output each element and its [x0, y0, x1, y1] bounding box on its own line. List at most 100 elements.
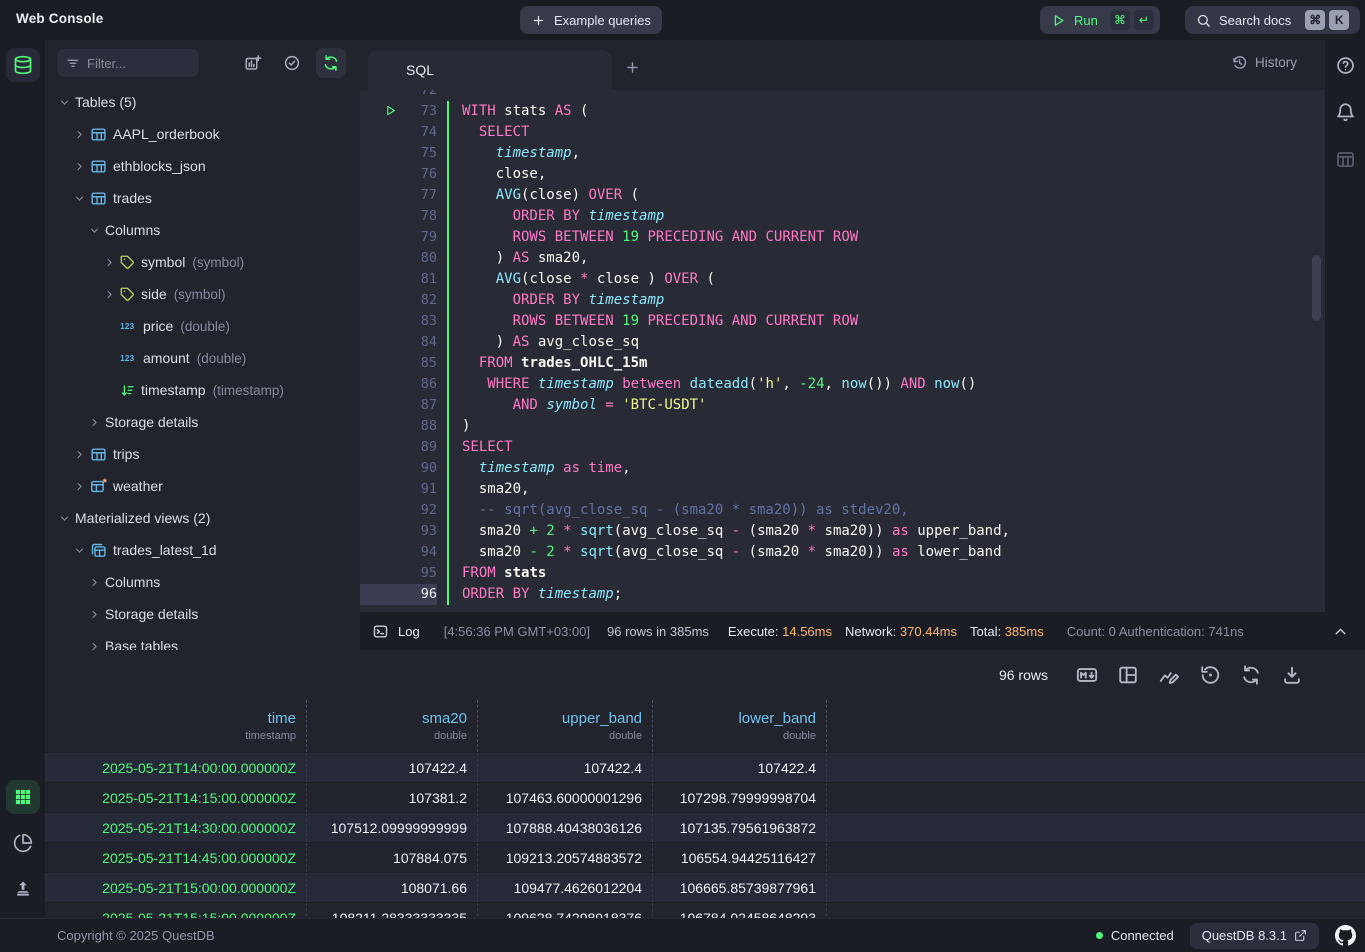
search-docs-button[interactable]: Search docs ⌘ K	[1185, 6, 1360, 34]
code-line-73[interactable]: 73WITH stats AS (	[360, 101, 1325, 122]
tree-item-base-tables[interactable]: Base tables	[45, 630, 360, 650]
cell-sma20[interactable]: 108071.66	[307, 873, 478, 902]
code-line-84[interactable]: 84 ) AS avg_close_sq	[360, 332, 1325, 353]
chevron-down-icon[interactable]	[73, 544, 86, 557]
column-header-time[interactable]: timetimestamp	[45, 700, 307, 752]
tree-item-ethblocks-json[interactable]: ethblocks_json	[45, 150, 360, 182]
column-header-sma20[interactable]: sma20double	[307, 700, 478, 752]
code-line-83[interactable]: 83 ROWS BETWEEN 19 PRECEDING AND CURRENT…	[360, 311, 1325, 332]
code-line-89[interactable]: 89SELECT	[360, 437, 1325, 458]
tab-sql[interactable]: SQL	[368, 50, 612, 90]
code-line-93[interactable]: 93 sma20 + 2 * sqrt(avg_close_sq - (sma2…	[360, 521, 1325, 542]
table-row[interactable]: 2025-05-21T14:45:00.000000Z107884.075109…	[45, 842, 1365, 872]
chevron-right-icon[interactable]	[88, 640, 101, 651]
chevron-down-icon[interactable]	[73, 192, 86, 205]
cell-lower_band[interactable]: 106554.94425116427	[653, 843, 827, 872]
cell-upper_band[interactable]: 107463.60000001296	[478, 783, 653, 812]
chevron-right-icon[interactable]	[73, 448, 86, 461]
tree-item-tables-5[interactable]: Tables (5)	[45, 86, 360, 118]
code-line-95[interactable]: 95FROM stats	[360, 563, 1325, 584]
version-link[interactable]: QuestDB 8.3.1	[1190, 923, 1319, 949]
cell-lower_band[interactable]: 107298.79999998704	[653, 783, 827, 812]
cell-upper_band[interactable]: 107422.4	[478, 753, 653, 782]
refresh-button[interactable]	[316, 48, 346, 78]
layout-grid-button[interactable]	[1117, 664, 1139, 686]
tree-item-columns[interactable]: Columns	[45, 214, 360, 246]
check-circle-button[interactable]	[277, 48, 307, 78]
code-line-94[interactable]: 94 sma20 - 2 * sqrt(avg_close_sq - (sma2…	[360, 542, 1325, 563]
run-button[interactable]: Run ⌘ ↵	[1040, 6, 1160, 34]
database-nav-button[interactable]	[6, 48, 40, 82]
tree-item-aapl-orderbook[interactable]: AAPL_orderbook	[45, 118, 360, 150]
code-line-85[interactable]: 85 FROM trades_OHLC_15m	[360, 353, 1325, 374]
chevron-up-icon[interactable]	[1332, 623, 1349, 640]
chevron-down-icon[interactable]	[88, 224, 101, 237]
cell-time[interactable]: 2025-05-21T14:30:00.000000Z	[45, 813, 307, 842]
pie-chart-nav-button[interactable]	[6, 826, 40, 860]
table-row[interactable]: 2025-05-21T14:15:00.000000Z107381.210746…	[45, 782, 1365, 812]
code-line-96[interactable]: 96ORDER BY timestamp;	[360, 584, 1325, 605]
tree-item-trips[interactable]: trips	[45, 438, 360, 470]
tree-item-materialized-views-2[interactable]: Materialized views (2)	[45, 502, 360, 534]
code-line-87[interactable]: 87 AND symbol = 'BTC-USDT'	[360, 395, 1325, 416]
chevron-right-icon[interactable]	[88, 416, 101, 429]
cell-lower_band[interactable]: 106784.02458648293	[653, 903, 827, 918]
table-columns-button[interactable]	[1333, 147, 1357, 171]
column-header-upper_band[interactable]: upper_banddouble	[478, 700, 653, 752]
chevron-right-icon[interactable]	[88, 576, 101, 589]
cell-time[interactable]: 2025-05-21T15:15:00.000000Z	[45, 903, 307, 918]
code-line-90[interactable]: 90 timestamp as time,	[360, 458, 1325, 479]
markdown-download-button[interactable]	[1076, 664, 1098, 686]
column-header-lower_band[interactable]: lower_banddouble	[653, 700, 827, 752]
table-row[interactable]: 2025-05-21T14:30:00.000000Z107512.099999…	[45, 812, 1365, 842]
tree-item-storage-details[interactable]: Storage details	[45, 598, 360, 630]
help-button[interactable]	[1333, 53, 1357, 77]
table-row[interactable]: 2025-05-21T15:15:00.000000Z108211.283333…	[45, 902, 1365, 918]
cell-lower_band[interactable]: 106665.85739877961	[653, 873, 827, 902]
tree-item-storage-details[interactable]: Storage details	[45, 406, 360, 438]
cell-lower_band[interactable]: 107135.79561963872	[653, 813, 827, 842]
download-csv-button[interactable]	[1281, 664, 1303, 686]
tree-item-columns[interactable]: Columns	[45, 566, 360, 598]
github-button[interactable]	[1335, 925, 1356, 946]
table-row[interactable]: 2025-05-21T14:00:00.000000Z107422.410742…	[45, 752, 1365, 782]
chevron-right-icon[interactable]	[73, 128, 86, 141]
chevron-right-icon[interactable]	[103, 256, 116, 269]
table-row[interactable]: 2025-05-21T15:00:00.000000Z108071.661094…	[45, 872, 1365, 902]
add-chart-button[interactable]	[238, 48, 268, 78]
code-line-79[interactable]: 79 ROWS BETWEEN 19 PRECEDING AND CURRENT…	[360, 227, 1325, 248]
cell-time[interactable]: 2025-05-21T14:00:00.000000Z	[45, 753, 307, 782]
tree-item-timestamp[interactable]: timestamp(timestamp)	[45, 374, 360, 406]
cell-upper_band[interactable]: 109213.20574883572	[478, 843, 653, 872]
chevron-right-icon[interactable]	[73, 480, 86, 493]
cell-sma20[interactable]: 107884.075	[307, 843, 478, 872]
editor-scrollbar-thumb[interactable]	[1312, 255, 1321, 321]
chart-edit-button[interactable]	[1158, 664, 1180, 686]
code-line-72[interactable]: 72	[360, 90, 1325, 101]
chevron-right-icon[interactable]	[88, 608, 101, 621]
code-line-88[interactable]: 88)	[360, 416, 1325, 437]
cell-sma20[interactable]: 107422.4	[307, 753, 478, 782]
code-line-91[interactable]: 91 sma20,	[360, 479, 1325, 500]
code-line-81[interactable]: 81 AVG(close * close ) OVER (	[360, 269, 1325, 290]
code-line-92[interactable]: 92 -- sqrt(avg_close_sq - (sma20 * sma20…	[360, 500, 1325, 521]
cell-lower_band[interactable]: 107422.4	[653, 753, 827, 782]
history-restore-button[interactable]	[1199, 664, 1221, 686]
tree-item-symbol[interactable]: symbol(symbol)	[45, 246, 360, 278]
cell-sma20[interactable]: 107381.2	[307, 783, 478, 812]
grid-nav-button[interactable]	[6, 780, 40, 814]
cell-time[interactable]: 2025-05-21T15:00:00.000000Z	[45, 873, 307, 902]
code-line-86[interactable]: 86 WHERE timestamp between dateadd('h', …	[360, 374, 1325, 395]
notifications-button[interactable]	[1333, 100, 1357, 124]
cell-upper_band[interactable]: 109628.74298918376	[478, 903, 653, 918]
tree-item-weather[interactable]: *weather	[45, 470, 360, 502]
tree-item-price[interactable]: 123price(double)	[45, 310, 360, 342]
chevron-down-icon[interactable]	[58, 512, 71, 525]
code-line-77[interactable]: 77 AVG(close) OVER (	[360, 185, 1325, 206]
chevron-right-icon[interactable]	[73, 160, 86, 173]
chevron-right-icon[interactable]	[103, 288, 116, 301]
code-line-75[interactable]: 75 timestamp,	[360, 143, 1325, 164]
history-button[interactable]: History	[1231, 54, 1297, 71]
tree-item-trades[interactable]: trades	[45, 182, 360, 214]
refresh-button[interactable]	[1240, 664, 1262, 686]
